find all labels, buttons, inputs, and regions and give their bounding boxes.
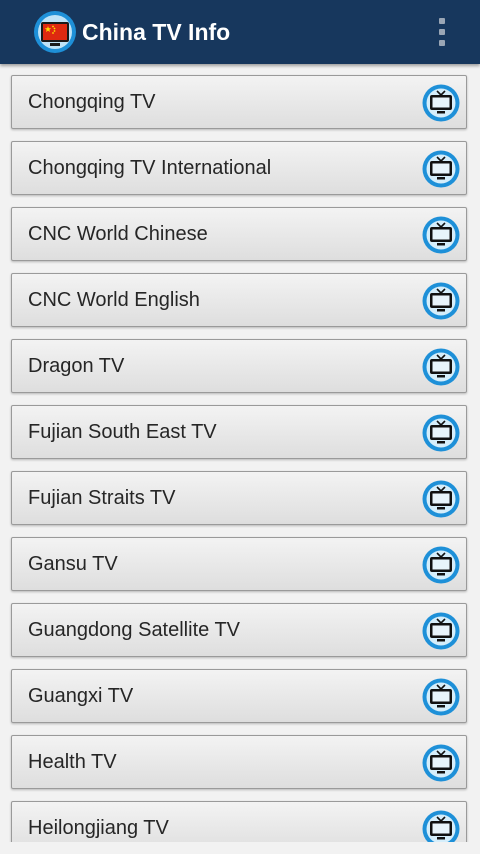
channel-name: Fujian Straits TV (28, 487, 176, 509)
tv-icon (422, 216, 460, 254)
tv-icon (422, 612, 460, 650)
app-bar: China TV Info (0, 0, 480, 64)
channel-name: Gansu TV (28, 553, 118, 575)
channel-list-item[interactable]: Guangxi TV (11, 669, 467, 723)
overflow-menu-button[interactable] (426, 12, 458, 52)
channel-list-item[interactable]: Gansu TV (11, 537, 467, 591)
overflow-menu-dot (439, 29, 445, 35)
tv-icon (422, 546, 460, 584)
channel-name: Chongqing TV (28, 91, 156, 113)
channel-list-item[interactable]: Fujian Straits TV (11, 471, 467, 525)
tv-icon (422, 348, 460, 386)
channel-list-item[interactable]: Heilongjiang TV (11, 801, 467, 842)
tv-with-china-flag-icon (34, 11, 76, 53)
channel-list-item[interactable]: Health TV (11, 735, 467, 789)
channel-name: Guangxi TV (28, 685, 134, 707)
channel-list-item[interactable]: CNC World English (11, 273, 467, 327)
channel-name: Fujian South East TV (28, 421, 217, 443)
tv-icon (422, 414, 460, 452)
tv-icon (422, 480, 460, 518)
channel-name: Dragon TV (28, 355, 125, 377)
channel-list-item[interactable]: Dragon TV (11, 339, 467, 393)
channel-name: CNC World Chinese (28, 223, 208, 245)
channel-name: Health TV (28, 751, 117, 773)
channel-list-item[interactable]: Chongqing TV International (11, 141, 467, 195)
tv-icon (422, 84, 460, 122)
channel-name: CNC World English (28, 289, 200, 311)
tv-icon (422, 744, 460, 782)
channel-name: Guangdong Satellite TV (28, 619, 241, 641)
overflow-menu-icon (439, 18, 445, 24)
tv-icon (422, 150, 460, 188)
channel-list-item[interactable]: Guangdong Satellite TV (11, 603, 467, 657)
channel-list[interactable]: Chongqing TV Chongqing TV International CN… (0, 64, 480, 842)
app-title: China TV Info (82, 19, 231, 45)
tv-icon (422, 678, 460, 716)
channel-list-item[interactable]: CNC World Chinese (11, 207, 467, 261)
channel-name: Heilongjiang TV (28, 817, 169, 839)
channel-list-item[interactable]: Fujian South East TV (11, 405, 467, 459)
channel-name: Chongqing TV International (28, 157, 272, 179)
tv-icon (422, 810, 460, 842)
tv-icon (422, 282, 460, 320)
channel-list-item[interactable]: Chongqing TV (11, 75, 467, 129)
bottom-edge (0, 842, 480, 854)
overflow-menu-dot (439, 40, 445, 46)
